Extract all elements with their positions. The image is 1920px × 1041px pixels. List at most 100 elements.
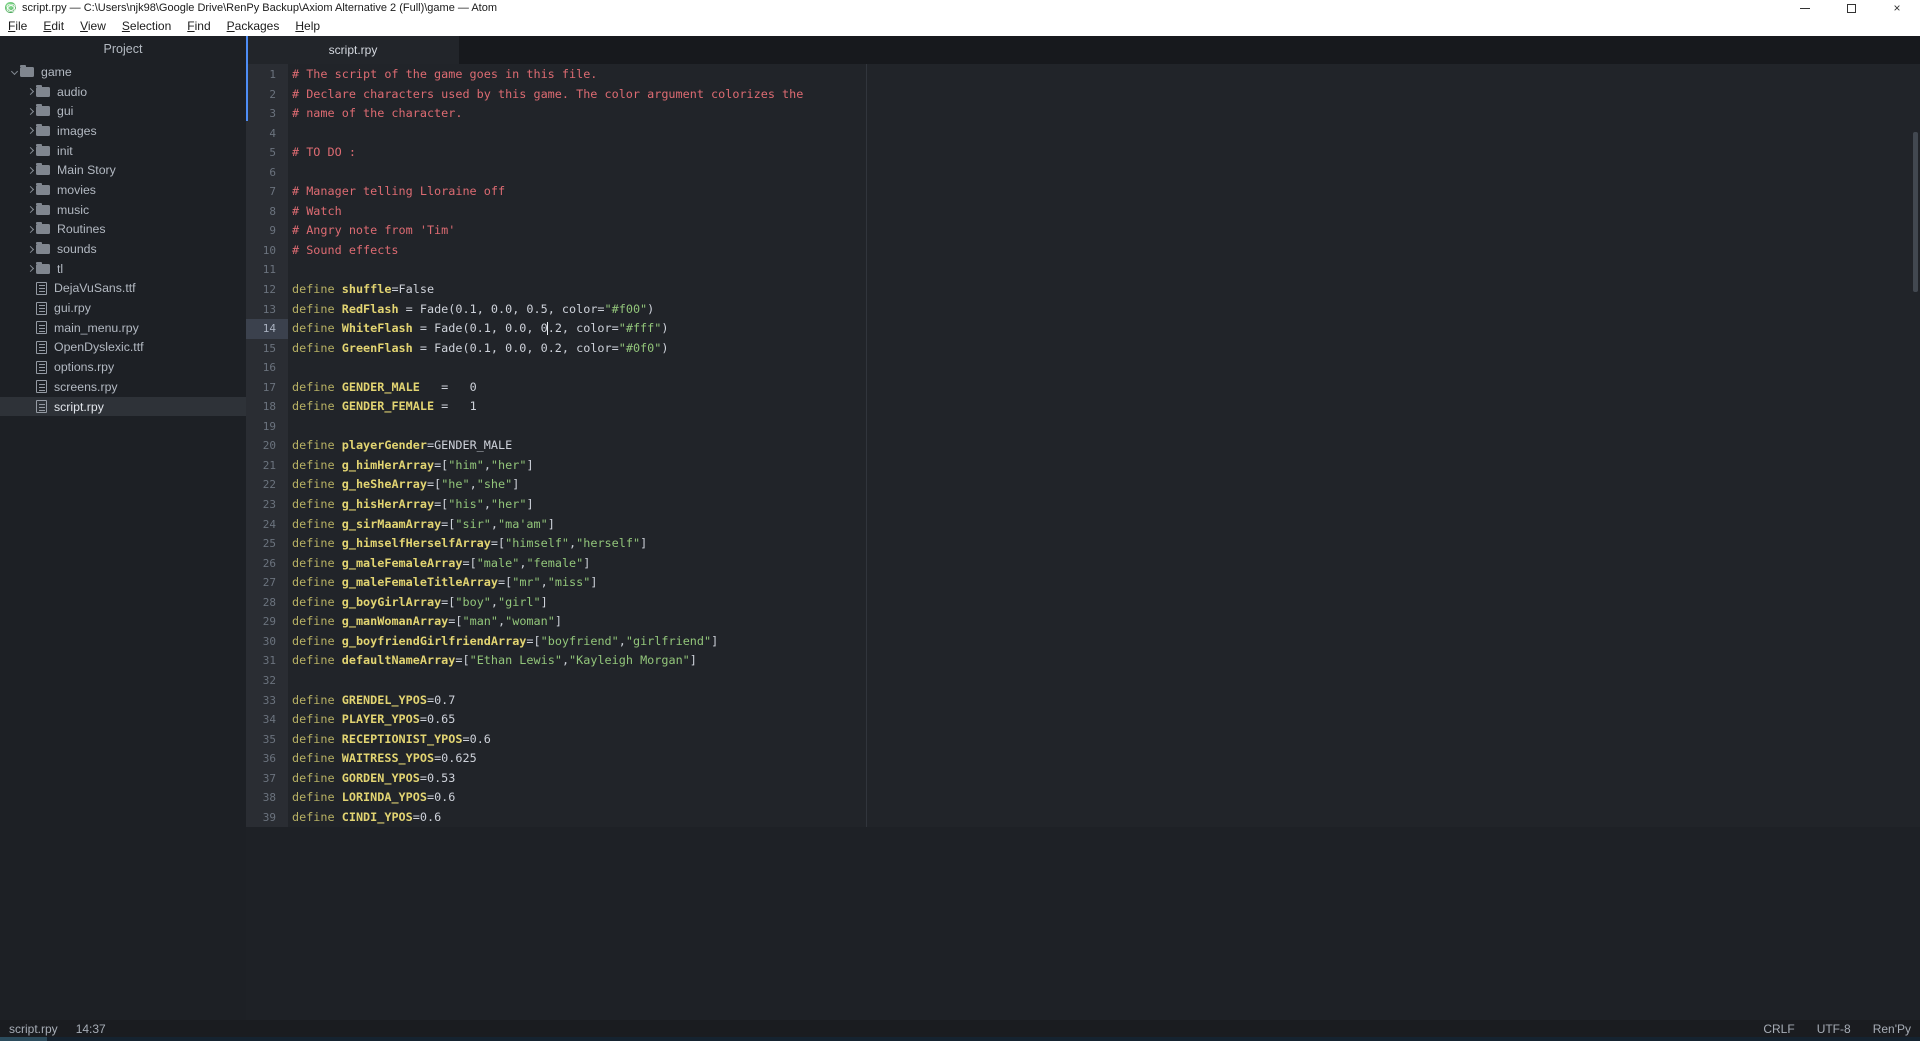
tree-item-init[interactable]: init: [0, 141, 246, 161]
tree-item-options-rpy[interactable]: options.rpy: [0, 357, 246, 377]
status-crlf[interactable]: CRLF: [1763, 1022, 1794, 1036]
code-line-32[interactable]: 32: [246, 671, 1920, 691]
chevron-right-icon[interactable]: [24, 207, 36, 212]
chevron-right-icon[interactable]: [24, 247, 36, 252]
code-line-9[interactable]: 9# Angry note from 'Tim': [246, 221, 1920, 241]
tree-item-dejavusans-ttf[interactable]: DejaVuSans.ttf: [0, 279, 246, 299]
token-comment: # TO DO :: [292, 145, 356, 159]
tree-item-game[interactable]: game: [0, 62, 246, 82]
menu-item-packages[interactable]: Packages: [219, 19, 288, 33]
code-editor[interactable]: 1# The script of the game goes in this f…: [246, 64, 1920, 1020]
status-ren-py[interactable]: Ren'Py: [1873, 1022, 1911, 1036]
token-plain: [335, 653, 342, 667]
chevron-right-icon[interactable]: [24, 128, 36, 133]
status-file-name[interactable]: script.rpy: [9, 1022, 58, 1036]
menu-item-help[interactable]: Help: [287, 19, 328, 33]
chevron-right-icon[interactable]: [24, 266, 36, 271]
code-line-19[interactable]: 19: [246, 417, 1920, 437]
code-line-13[interactable]: 13define RedFlash = Fade(0.1, 0.0, 0.5, …: [246, 300, 1920, 320]
tree-item-main-story[interactable]: Main Story: [0, 160, 246, 180]
tree-item-label: Main Story: [57, 163, 116, 177]
tree-item-script-rpy[interactable]: script.rpy: [0, 397, 246, 417]
chevron-right-icon[interactable]: [24, 89, 36, 94]
token-keyword: define: [292, 477, 335, 491]
minimize-button[interactable]: [1782, 0, 1828, 16]
tree-item-main-menu-rpy[interactable]: main_menu.rpy: [0, 318, 246, 338]
maximize-button[interactable]: [1828, 0, 1874, 16]
code-line-11[interactable]: 11: [246, 260, 1920, 280]
code-line-18[interactable]: 18define GENDER_FEMALE = 1: [246, 397, 1920, 417]
code-line-39[interactable]: 39define CINDI_YPOS=0.6: [246, 808, 1920, 828]
tab-script-rpy[interactable]: script.rpy: [247, 36, 459, 64]
code-line-3[interactable]: 3# name of the character.: [246, 104, 1920, 124]
code-line-4[interactable]: 4: [246, 124, 1920, 144]
code-line-10[interactable]: 10# Sound effects: [246, 241, 1920, 261]
file-icon: [36, 341, 47, 354]
chevron-right-icon[interactable]: [24, 187, 36, 192]
code-line-25[interactable]: 25define g_himselfHerselfArray=["himself…: [246, 534, 1920, 554]
code-line-15[interactable]: 15define GreenFlash = Fade(0.1, 0.0, 0.2…: [246, 339, 1920, 359]
chevron-down-icon[interactable]: [8, 69, 20, 74]
tree-item-gui[interactable]: gui: [0, 101, 246, 121]
chevron-right-icon[interactable]: [24, 148, 36, 153]
code-line-35[interactable]: 35define RECEPTIONIST_YPOS=0.6: [246, 730, 1920, 750]
code-line-16[interactable]: 16: [246, 358, 1920, 378]
code-line-34[interactable]: 34define PLAYER_YPOS=0.65: [246, 710, 1920, 730]
token-plain: [335, 341, 342, 355]
code-line-6[interactable]: 6: [246, 163, 1920, 183]
line-number: 31: [246, 651, 288, 671]
vertical-scrollbar[interactable]: [1913, 132, 1918, 292]
folder-icon: [36, 244, 50, 254]
code-line-38[interactable]: 38define LORINDA_YPOS=0.6: [246, 788, 1920, 808]
status-cursor-position[interactable]: 14:37: [76, 1022, 106, 1036]
line-content: define RedFlash = Fade(0.1, 0.0, 0.5, co…: [288, 300, 654, 320]
tree-item-images[interactable]: images: [0, 121, 246, 141]
code-line-14[interactable]: 14define WhiteFlash = Fade(0.1, 0.0, 0.2…: [246, 319, 1920, 339]
token-plain: [335, 517, 342, 531]
code-line-8[interactable]: 8# Watch: [246, 202, 1920, 222]
code-line-30[interactable]: 30define g_boyfriendGirlfriendArray=["bo…: [246, 632, 1920, 652]
code-line-23[interactable]: 23define g_hisHerArray=["his","her"]: [246, 495, 1920, 515]
token-plain: [335, 536, 342, 550]
tree-item-audio[interactable]: audio: [0, 82, 246, 102]
status-utf-8[interactable]: UTF-8: [1817, 1022, 1851, 1036]
line-number: 16: [246, 358, 288, 378]
tree-item-movies[interactable]: movies: [0, 180, 246, 200]
code-line-27[interactable]: 27define g_maleFemaleTitleArray=["mr","m…: [246, 573, 1920, 593]
code-line-5[interactable]: 5# TO DO :: [246, 143, 1920, 163]
code-line-31[interactable]: 31define defaultNameArray=["Ethan Lewis"…: [246, 651, 1920, 671]
code-line-37[interactable]: 37define GORDEN_YPOS=0.53: [246, 769, 1920, 789]
code-line-26[interactable]: 26define g_maleFemaleArray=["male","fema…: [246, 554, 1920, 574]
code-line-1[interactable]: 1# The script of the game goes in this f…: [246, 65, 1920, 85]
menu-item-view[interactable]: View: [72, 19, 114, 33]
tree-item-sounds[interactable]: sounds: [0, 239, 246, 259]
code-line-7[interactable]: 7# Manager telling Lloraine off: [246, 182, 1920, 202]
code-line-29[interactable]: 29define g_manWomanArray=["man","woman"]: [246, 612, 1920, 632]
tree-item-routines[interactable]: Routines: [0, 220, 246, 240]
chevron-right-icon[interactable]: [24, 168, 36, 173]
tree-item-opendyslexic-ttf[interactable]: OpenDyslexic.ttf: [0, 338, 246, 358]
code-line-20[interactable]: 20define playerGender=GENDER_MALE: [246, 436, 1920, 456]
menu-item-find[interactable]: Find: [179, 19, 218, 33]
code-line-28[interactable]: 28define g_boyGirlArray=["boy","girl"]: [246, 593, 1920, 613]
menu-item-file[interactable]: File: [0, 19, 35, 33]
code-line-22[interactable]: 22define g_heSheArray=["he","she"]: [246, 475, 1920, 495]
tree-item-gui-rpy[interactable]: gui.rpy: [0, 298, 246, 318]
chevron-right-icon[interactable]: [24, 109, 36, 114]
code-line-24[interactable]: 24define g_sirMaamArray=["sir","ma'am"]: [246, 515, 1920, 535]
code-line-36[interactable]: 36define WAITRESS_YPOS=0.625: [246, 749, 1920, 769]
menu-item-selection[interactable]: Selection: [114, 19, 179, 33]
code-line-17[interactable]: 17define GENDER_MALE = 0: [246, 378, 1920, 398]
tree-item-screens-rpy[interactable]: screens.rpy: [0, 377, 246, 397]
code-line-21[interactable]: 21define g_himHerArray=["him","her"]: [246, 456, 1920, 476]
tree-item-label: game: [41, 65, 72, 79]
code-line-12[interactable]: 12define shuffle=False: [246, 280, 1920, 300]
code-line-33[interactable]: 33define GRENDEL_YPOS=0.7: [246, 691, 1920, 711]
close-button[interactable]: ×: [1874, 0, 1920, 16]
chevron-right-icon[interactable]: [24, 227, 36, 232]
code-line-2[interactable]: 2# Declare characters used by this game.…: [246, 85, 1920, 105]
menu-item-edit[interactable]: Edit: [35, 19, 72, 33]
tree-item-tl[interactable]: tl: [0, 259, 246, 279]
tree-item-music[interactable]: music: [0, 200, 246, 220]
token-plain: ): [647, 302, 654, 316]
